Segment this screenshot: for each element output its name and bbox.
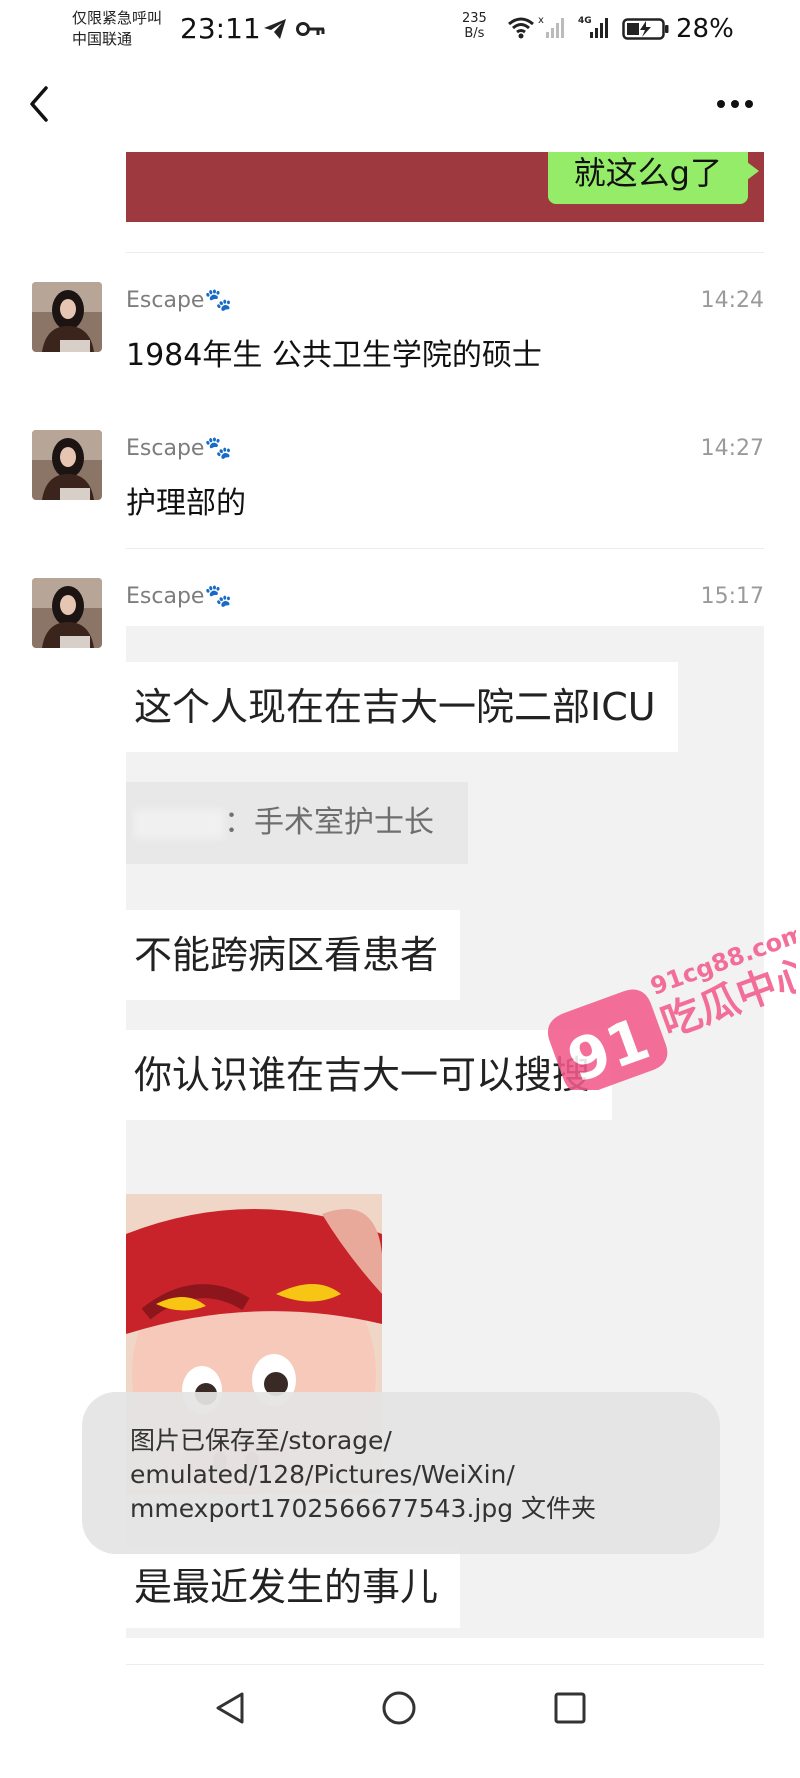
more-dots-icon bbox=[717, 100, 753, 108]
signal-no-service-icon: x bbox=[538, 15, 564, 38]
avatar-photo bbox=[32, 578, 102, 648]
net-speed: 235 B/s bbox=[462, 11, 487, 41]
screenshot-bubble: 是最近发生的事儿 bbox=[126, 1546, 461, 1628]
carrier-info: 仅限紧急呼叫 中国联通 bbox=[72, 8, 162, 50]
back-button[interactable] bbox=[22, 82, 62, 126]
message-time: 14:24 bbox=[700, 288, 764, 313]
save-toast: 图片已保存至/storage/ emulated/128/Pictures/We… bbox=[82, 1392, 720, 1554]
system-nav-bar bbox=[0, 1690, 800, 1778]
key-icon bbox=[296, 22, 325, 36]
message-divider bbox=[126, 1664, 764, 1665]
toast-line-3: mmexport1702566677543.jpg 文件夹 bbox=[130, 1494, 597, 1523]
battery-percent: 28% bbox=[676, 14, 734, 44]
message-time: 15:17 bbox=[700, 584, 764, 609]
net-speed-unit: B/s bbox=[464, 26, 485, 41]
circle-home-icon bbox=[382, 1691, 416, 1725]
sender-name: Escape🐾 bbox=[126, 288, 232, 313]
nav-recent-button[interactable] bbox=[552, 1690, 588, 1730]
screenshot-bubble: 不能跨病区看患者 bbox=[126, 910, 461, 1000]
nav-back-button[interactable] bbox=[212, 1690, 248, 1730]
screenshot-bubble-blurred: ：手术室护士长 bbox=[126, 782, 468, 864]
battery-charging-icon bbox=[622, 18, 669, 40]
avatar[interactable] bbox=[32, 430, 102, 500]
send-arrow-icon bbox=[264, 19, 286, 39]
carrier-line-2: 中国联通 bbox=[72, 30, 133, 48]
message-text[interactable]: 1984年生 公共卫生学院的硕士 bbox=[126, 330, 542, 374]
triangle-back-icon bbox=[216, 1692, 244, 1724]
screenshot-bubble-text: ：手术室护士长 bbox=[224, 805, 434, 840]
network-type-label: 4G bbox=[578, 16, 592, 26]
status-time: 23:11 bbox=[180, 12, 261, 45]
outgoing-message-bubble: 就这么g了 bbox=[547, 152, 760, 204]
status-bar: 仅限紧急呼叫 中国联通 23:11 235 B/s x 4G 28% bbox=[0, 0, 800, 60]
message-divider bbox=[126, 252, 764, 253]
avatar-photo bbox=[32, 282, 102, 352]
wifi-icon bbox=[508, 17, 534, 39]
net-speed-value: 235 bbox=[462, 11, 487, 26]
message-divider bbox=[126, 548, 764, 549]
avatar-photo bbox=[32, 430, 102, 500]
nav-home-button[interactable] bbox=[381, 1690, 417, 1730]
screenshot-bubble: 这个人现在在吉大一院二部ICU bbox=[126, 662, 678, 752]
sender-name: Escape🐾 bbox=[126, 584, 232, 609]
toast-line-2: emulated/128/Pictures/WeiXin/ bbox=[130, 1460, 515, 1489]
avatar[interactable] bbox=[32, 282, 102, 352]
square-recent-icon bbox=[554, 1692, 586, 1724]
watermark-logo: 91 91cg88.com 吃瓜中心 bbox=[547, 930, 796, 1090]
message-time: 14:27 bbox=[700, 436, 764, 461]
blurred-name bbox=[134, 808, 224, 839]
more-options-button[interactable] bbox=[712, 92, 758, 116]
avatar[interactable] bbox=[32, 578, 102, 648]
toast-line-1: 图片已保存至/storage/ bbox=[130, 1426, 392, 1455]
signal-4g-icon: 4G bbox=[578, 16, 608, 38]
chevron-left-icon bbox=[30, 86, 48, 122]
message-text[interactable]: 护理部的 bbox=[126, 478, 246, 522]
previous-image-crop[interactable]: 就这么g了 bbox=[126, 152, 764, 222]
svg-text:x: x bbox=[538, 15, 544, 26]
carrier-line-1: 仅限紧急呼叫 bbox=[72, 9, 163, 27]
sender-name: Escape🐾 bbox=[126, 436, 232, 461]
